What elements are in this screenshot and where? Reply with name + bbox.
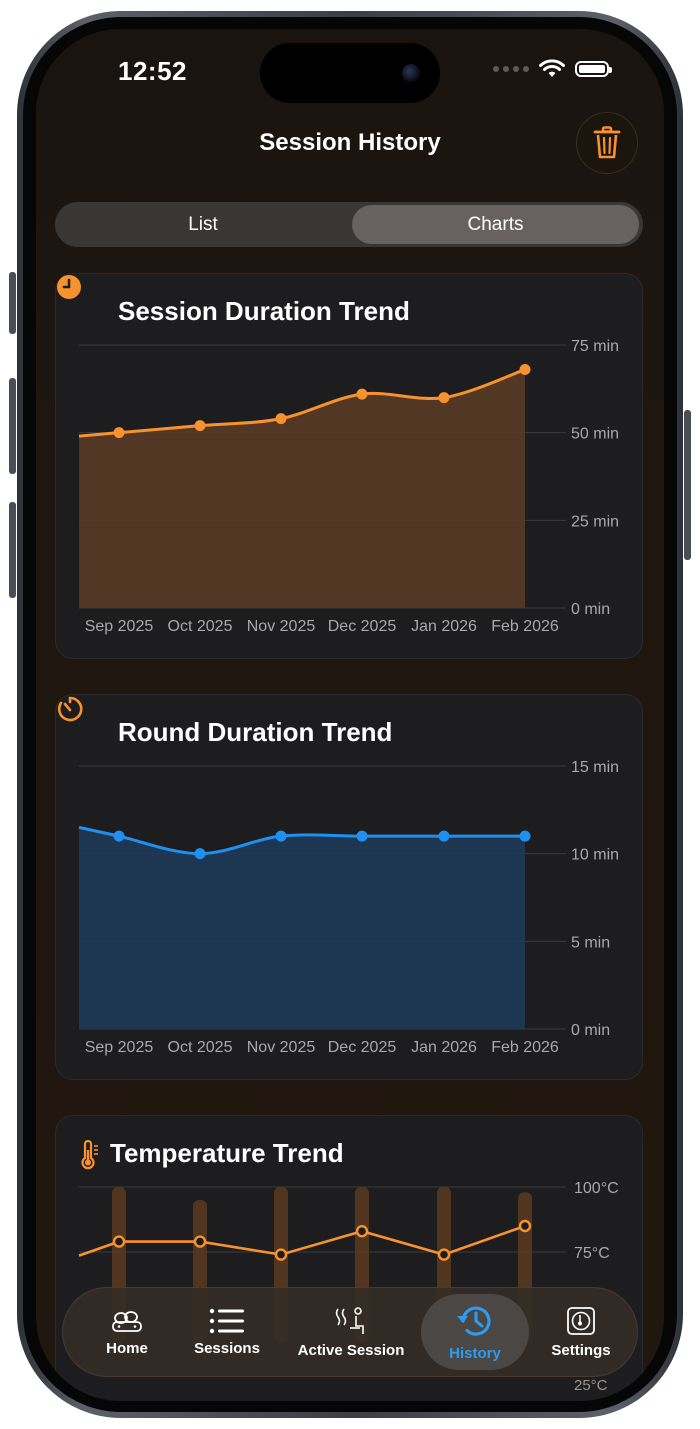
round-duration-card: Round Duration Trend 0 min 5 min 10 min 15 …: [55, 694, 643, 1080]
segment-charts[interactable]: Charts: [352, 205, 639, 244]
round-duration-chart: 0 min 5 min 10 min 15 min Sep 2025 Oct 2025 No…: [78, 759, 619, 1056]
data-point: [355, 1224, 369, 1238]
y-tick-label: 5 min: [571, 934, 610, 951]
x-tick-label: Oct 2025: [168, 618, 233, 635]
status-indicators: [493, 59, 612, 79]
y-tick-label: 75 min: [571, 338, 619, 355]
y-tick-label: 50 min: [571, 426, 619, 443]
y-tick-label: 0 min: [571, 601, 610, 618]
axis-label-partial: 25°C: [574, 1377, 608, 1394]
area-fill: [79, 827, 525, 1029]
x-tick-label: Dec 2025: [328, 618, 397, 635]
delete-button[interactable]: [576, 112, 638, 174]
series-line: [78, 1224, 526, 1257]
data-point: [275, 413, 287, 425]
dynamic-island: [260, 43, 440, 103]
data-point: [438, 392, 450, 404]
tab-history[interactable]: History: [421, 1294, 529, 1370]
data-point: [113, 427, 125, 439]
data-point: [437, 1248, 451, 1261]
view-segmented-control: List Charts: [55, 202, 643, 247]
data-point: [193, 1235, 207, 1248]
tab-sessions[interactable]: Sessions: [181, 1288, 273, 1376]
volume-down-button: [9, 502, 16, 598]
y-tick-label: 0 min: [571, 1022, 610, 1039]
page-title: Session History: [259, 129, 441, 156]
x-tick-label: Sep 2025: [85, 1039, 154, 1056]
trash-icon: [593, 126, 621, 159]
camera-icon: [402, 64, 420, 82]
power-button: [684, 410, 691, 560]
x-tick-label: Feb 2026: [491, 618, 559, 635]
y-tick-label: 15 min: [571, 759, 619, 776]
sauna-stones-icon: [112, 1310, 142, 1332]
data-point: [356, 388, 368, 400]
area-fill: [79, 369, 525, 608]
tab-label: Sessions: [194, 1339, 260, 1357]
y-tick-label: 100°C: [574, 1180, 619, 1197]
tab-label: History: [449, 1344, 501, 1362]
thermometer-gauge-icon: [567, 1306, 595, 1335]
steam-person-icon: [335, 1306, 364, 1334]
x-tick-label: Feb 2026: [491, 1039, 559, 1056]
tab-active-session[interactable]: Active Session: [291, 1288, 411, 1376]
data-point: [113, 830, 125, 842]
data-point: [275, 830, 287, 842]
y-tick-label: 75°C: [574, 1245, 610, 1262]
x-tick-label: Sep 2025: [85, 618, 154, 635]
status-time: 12:52: [118, 56, 187, 86]
tab-label: Home: [106, 1339, 148, 1357]
data-point: [438, 830, 450, 842]
x-tick-label: Jan 2026: [411, 618, 477, 635]
tab-home[interactable]: Home: [81, 1288, 173, 1376]
cellular-signal-icon: [493, 66, 529, 72]
data-point: [518, 1219, 532, 1233]
data-point: [519, 364, 531, 376]
data-point: [112, 1235, 126, 1248]
data-point: [274, 1248, 288, 1261]
y-tick-label: 25 min: [571, 513, 619, 530]
screen: 12:52 Session History List Charts Sessio…: [36, 29, 664, 1401]
data-point: [519, 830, 531, 842]
tab-label: Active Session: [297, 1341, 405, 1359]
data-point: [194, 848, 206, 860]
list-icon: [209, 1308, 244, 1333]
data-point: [194, 420, 206, 432]
clock-history-icon: [457, 1306, 491, 1336]
battery-icon: [575, 61, 612, 77]
x-tick-label: Oct 2025: [168, 1039, 233, 1056]
tab-bar: Home Sessions Active Session History Set…: [62, 1287, 638, 1377]
session-duration-chart: 0 min 25 min 50 min 75 min Sep 2025 Oct 2025 N…: [78, 338, 619, 635]
x-tick-label: Dec 2025: [328, 1039, 397, 1056]
segment-list[interactable]: List: [58, 205, 348, 244]
x-tick-label: Jan 2026: [411, 1039, 477, 1056]
wifi-icon: [539, 59, 565, 77]
action-button: [9, 272, 16, 334]
tab-settings[interactable]: Settings: [535, 1288, 627, 1376]
x-tick-label: Nov 2025: [247, 618, 316, 635]
tab-label: Settings: [551, 1341, 611, 1359]
session-duration-card: Session Duration Trend 0 min 25 min 50 min…: [55, 273, 643, 659]
data-point: [356, 830, 368, 842]
x-tick-label: Nov 2025: [247, 1039, 316, 1056]
y-tick-label: 10 min: [571, 847, 619, 864]
volume-up-button: [9, 378, 16, 474]
